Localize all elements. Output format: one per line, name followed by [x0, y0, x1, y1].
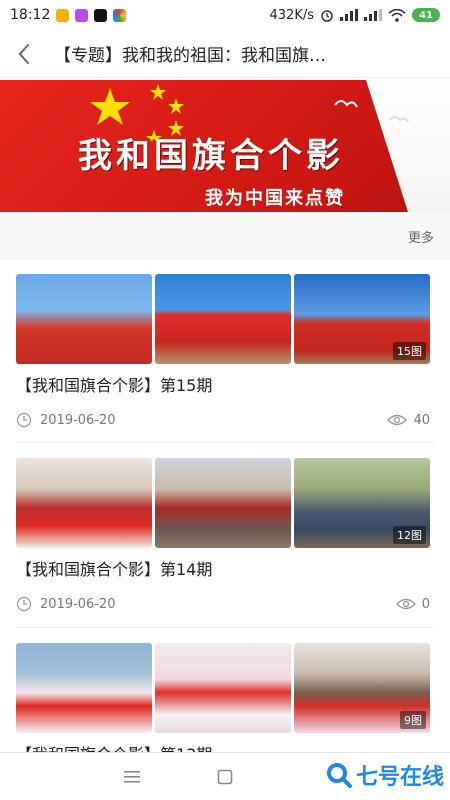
chevron-left-icon: [18, 43, 29, 64]
home-square-icon: [217, 769, 233, 785]
signal-icon: [340, 9, 358, 21]
wifi-icon: [388, 8, 406, 22]
more-link[interactable]: 更多: [408, 227, 434, 246]
title-bar: 【专题】我和我的祖国：我和国旗…: [0, 30, 450, 78]
article-date: 2019-06-20: [40, 596, 116, 612]
alarm-icon: [321, 10, 333, 22]
clock-icon: [16, 596, 32, 612]
menu-button[interactable]: [120, 765, 144, 789]
signal-icon: [364, 9, 382, 21]
article-item[interactable]: 12图 【我和国旗合个影】第14期 2019-06-20 0: [16, 458, 434, 614]
thumbnail-image: [16, 274, 152, 364]
thumbnail-image: [16, 458, 152, 548]
banner-subtitle: 我为中国来点赞: [205, 188, 345, 209]
home-button[interactable]: [213, 765, 237, 789]
article-item[interactable]: 15图 【我和国旗合个影】第15期 2019-06-20 40: [16, 274, 434, 430]
divider: [16, 442, 434, 443]
page-title: 【专题】我和我的祖国：我和国旗…: [54, 46, 326, 66]
clock-icon: [16, 412, 32, 428]
network-speed: 432K/s: [269, 7, 315, 23]
divider: [16, 627, 434, 628]
doves-icon: [334, 100, 409, 123]
article-thumbnails: 12图: [16, 458, 430, 548]
view-count-value: 0: [421, 596, 430, 612]
article-item[interactable]: 9图 【我和国旗合个影】第13期: [16, 643, 434, 767]
magnifier-logo-icon: [326, 763, 352, 788]
watermark-text: 七号在线: [355, 765, 444, 790]
view-count: 40: [387, 413, 434, 428]
thumbnail-image: 15图: [294, 274, 430, 364]
article-title: 【我和国旗合个影】第14期: [16, 560, 213, 579]
view-count: 0: [395, 596, 434, 612]
picture-count-badge: 9图: [400, 711, 426, 729]
article-meta: 2019-06-20 40: [16, 410, 434, 430]
system-nav-bar: 七号在线: [0, 752, 450, 800]
article-title: 【我和国旗合个影】第15期: [16, 376, 213, 395]
thumbnail-image: [155, 458, 291, 548]
eye-icon: [387, 414, 408, 426]
article-thumbnails: 15图: [16, 274, 430, 364]
menu-icon: [124, 771, 140, 783]
picture-count-badge: 12图: [393, 526, 426, 544]
article-thumbnails: 9图: [16, 643, 430, 733]
banner-title: 我和国旗合个影: [78, 136, 344, 176]
app-notification-icon: [56, 8, 70, 22]
thumbnail-image: [155, 643, 291, 733]
thumbnail-image: 12图: [294, 458, 430, 548]
topic-banner[interactable]: 我和国旗合个影 我为中国来点赞: [0, 80, 450, 212]
tiktok-icon: [94, 8, 108, 22]
more-row: 更多: [0, 212, 450, 260]
app-notification-icon: [75, 8, 89, 22]
battery-icon: 41: [412, 8, 440, 22]
status-time: 18:12: [10, 7, 51, 23]
back-button[interactable]: [0, 30, 48, 78]
view-count-value: 40: [413, 412, 430, 428]
thumbnail-image: [16, 643, 152, 733]
thumbnail-image: [155, 274, 291, 364]
thumbnail-image: 9图: [294, 643, 430, 733]
app-notification-icon: [113, 8, 127, 22]
eye-icon: [395, 598, 416, 610]
watermark-logo: 七号在线: [326, 759, 444, 791]
status-bar: 18:12 432K/s 41: [0, 0, 450, 30]
picture-count-badge: 15图: [393, 342, 426, 360]
article-meta: 2019-06-20 0: [16, 594, 434, 614]
article-date: 2019-06-20: [40, 412, 116, 428]
